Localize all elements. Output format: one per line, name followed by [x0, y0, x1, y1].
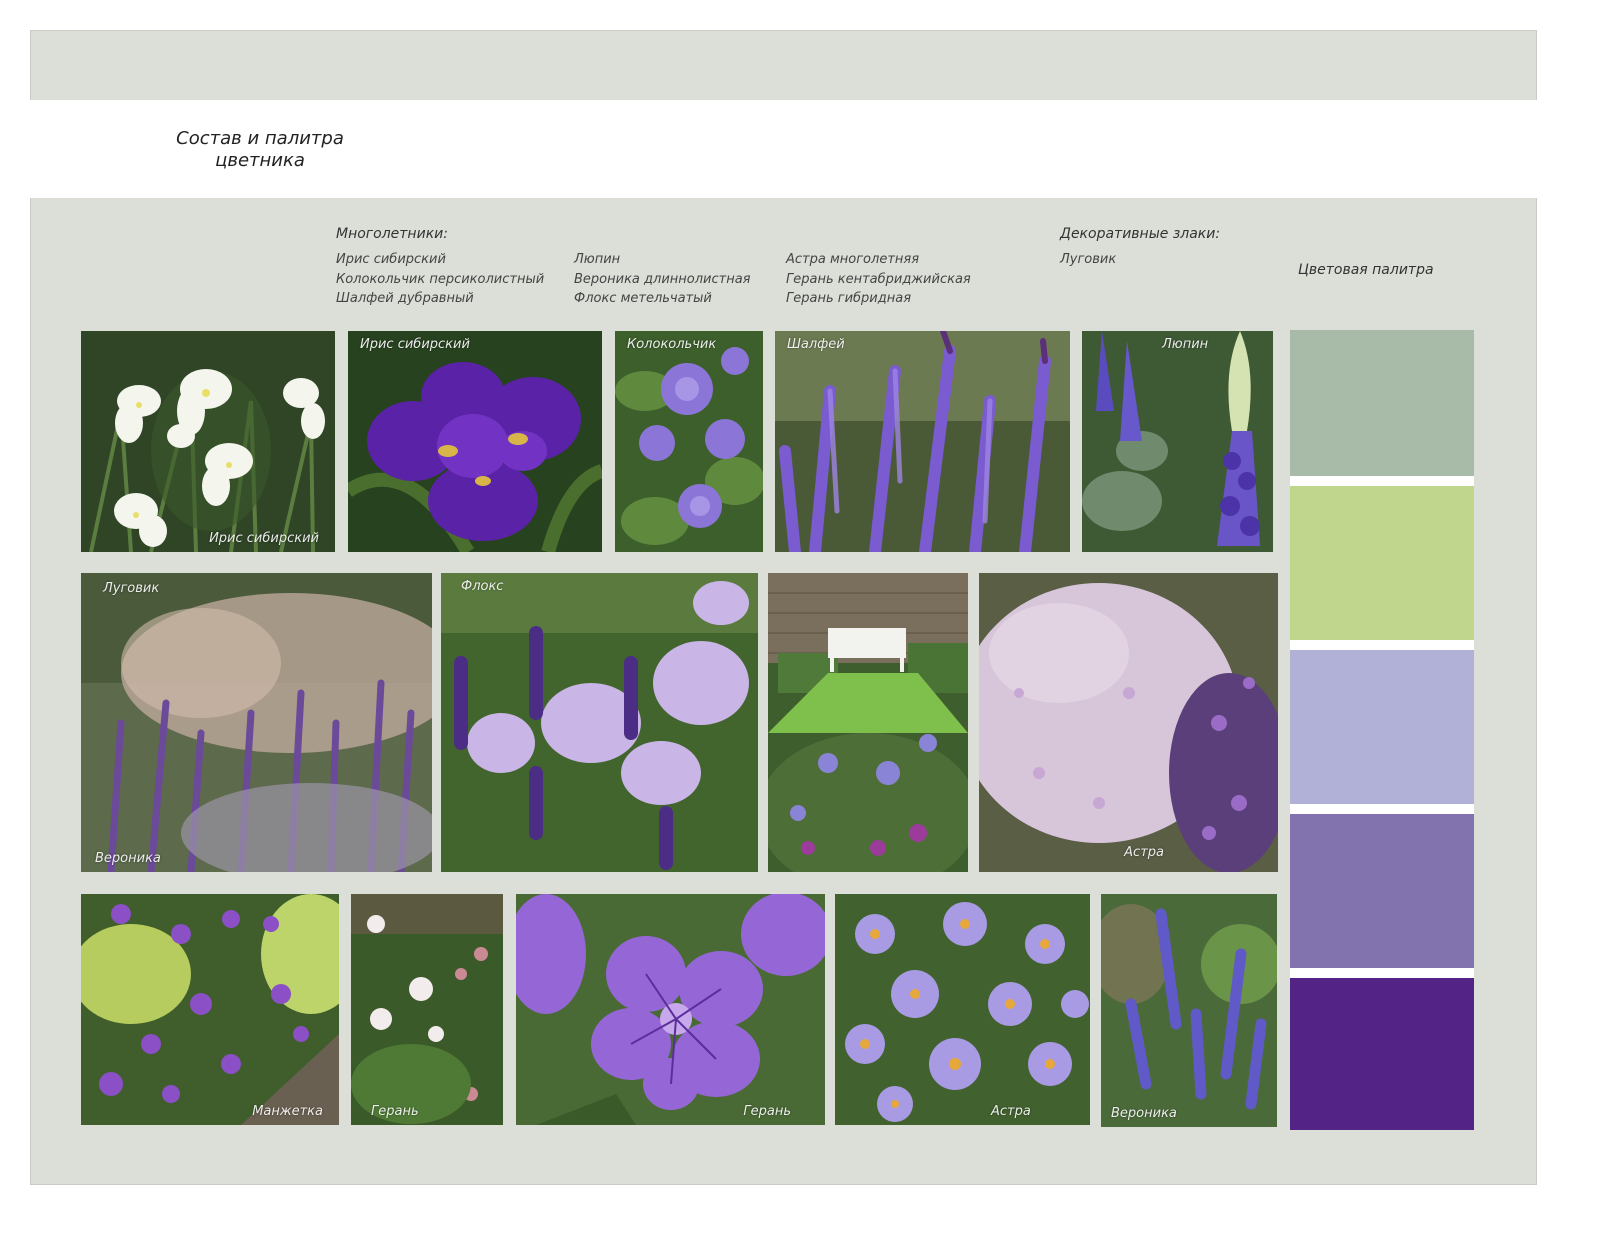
perennials-list-col1: Ирис сибирский Колокольчик персиколистны… — [336, 250, 544, 309]
photo-lupin: Люпин — [1082, 331, 1273, 552]
photo-aster-blue: Астра — [835, 894, 1090, 1125]
plant-name: Люпин — [574, 252, 621, 267]
photo-caption: Ирис сибирский — [209, 531, 319, 546]
photo-caption: Ирис сибирский — [360, 337, 470, 352]
perennials-list-col3: Астра многолетняя Герань кентабриджийска… — [786, 250, 971, 309]
perennials-heading: Многолетники: — [336, 226, 448, 242]
plant-name: Флокс метельчатый — [574, 291, 712, 306]
color-palette — [1290, 330, 1474, 1130]
palette-swatch-4 — [1290, 814, 1474, 968]
plant-name: Астра многолетняя — [786, 252, 920, 267]
palette-swatch-1 — [1290, 330, 1474, 476]
photo-alchemilla-geranium: Манжетка — [81, 894, 339, 1125]
photo-caption: Луговик — [103, 581, 160, 596]
palette-swatch-2 — [1290, 486, 1474, 640]
photo-purple-iris: Ирис сибирский — [348, 331, 602, 552]
plant-name: Ирис сибирский — [336, 252, 446, 267]
plant-name: Герань гибридная — [786, 291, 912, 306]
photo-aster-pink: Астра — [979, 573, 1278, 872]
photo-caption: Герань — [743, 1104, 791, 1119]
photo-caption: Астра — [991, 1104, 1031, 1119]
plant-name: Вероника длиннолистная — [574, 271, 751, 287]
perennials-list-col2: Люпин Вероника длиннолистная Флокс метел… — [574, 250, 750, 309]
page-title: Состав и палитра цветника — [176, 128, 344, 171]
plant-name: Шалфей дубравный — [336, 291, 474, 306]
plant-name: Герань кентабриджийская — [786, 271, 971, 287]
plant-name: Луговик — [1060, 252, 1117, 267]
photo-white-iris: Ирис сибирский — [81, 331, 335, 552]
photo-salvia: Шалфей — [775, 331, 1070, 552]
photo-caption: Астра — [1124, 845, 1164, 860]
photo-caption: Люпин — [1162, 337, 1209, 352]
palette-swatch-5 — [1290, 978, 1474, 1130]
photo-caption: Колокольчик — [627, 337, 717, 352]
photo-garden-bench — [768, 573, 968, 872]
photo-caption: Герань — [371, 1104, 419, 1119]
photo-caption: Манжетка — [252, 1104, 323, 1119]
photo-veronica-spikes: Вероника — [1101, 894, 1277, 1127]
photo-grass-veronica: Луговик Вероника — [81, 573, 432, 872]
photo-geranium-purple: Герань — [516, 894, 825, 1125]
photo-phlox: Флокс — [441, 573, 758, 872]
photo-geranium-white: Герань — [351, 894, 503, 1125]
photo-bellflower: Колокольчик — [615, 331, 763, 552]
photo-caption: Вероника — [1111, 1106, 1177, 1121]
palette-heading: Цветовая палитра — [1298, 262, 1434, 278]
photo-caption: Флокс — [461, 579, 504, 594]
photo-caption: Вероника — [95, 851, 161, 866]
grasses-list: Луговик — [1060, 250, 1116, 270]
palette-swatch-3 — [1290, 650, 1474, 804]
plant-name: Колокольчик персиколистный — [336, 271, 545, 287]
photo-caption: Шалфей — [787, 337, 845, 352]
grasses-heading: Декоративные злаки: — [1060, 226, 1221, 242]
